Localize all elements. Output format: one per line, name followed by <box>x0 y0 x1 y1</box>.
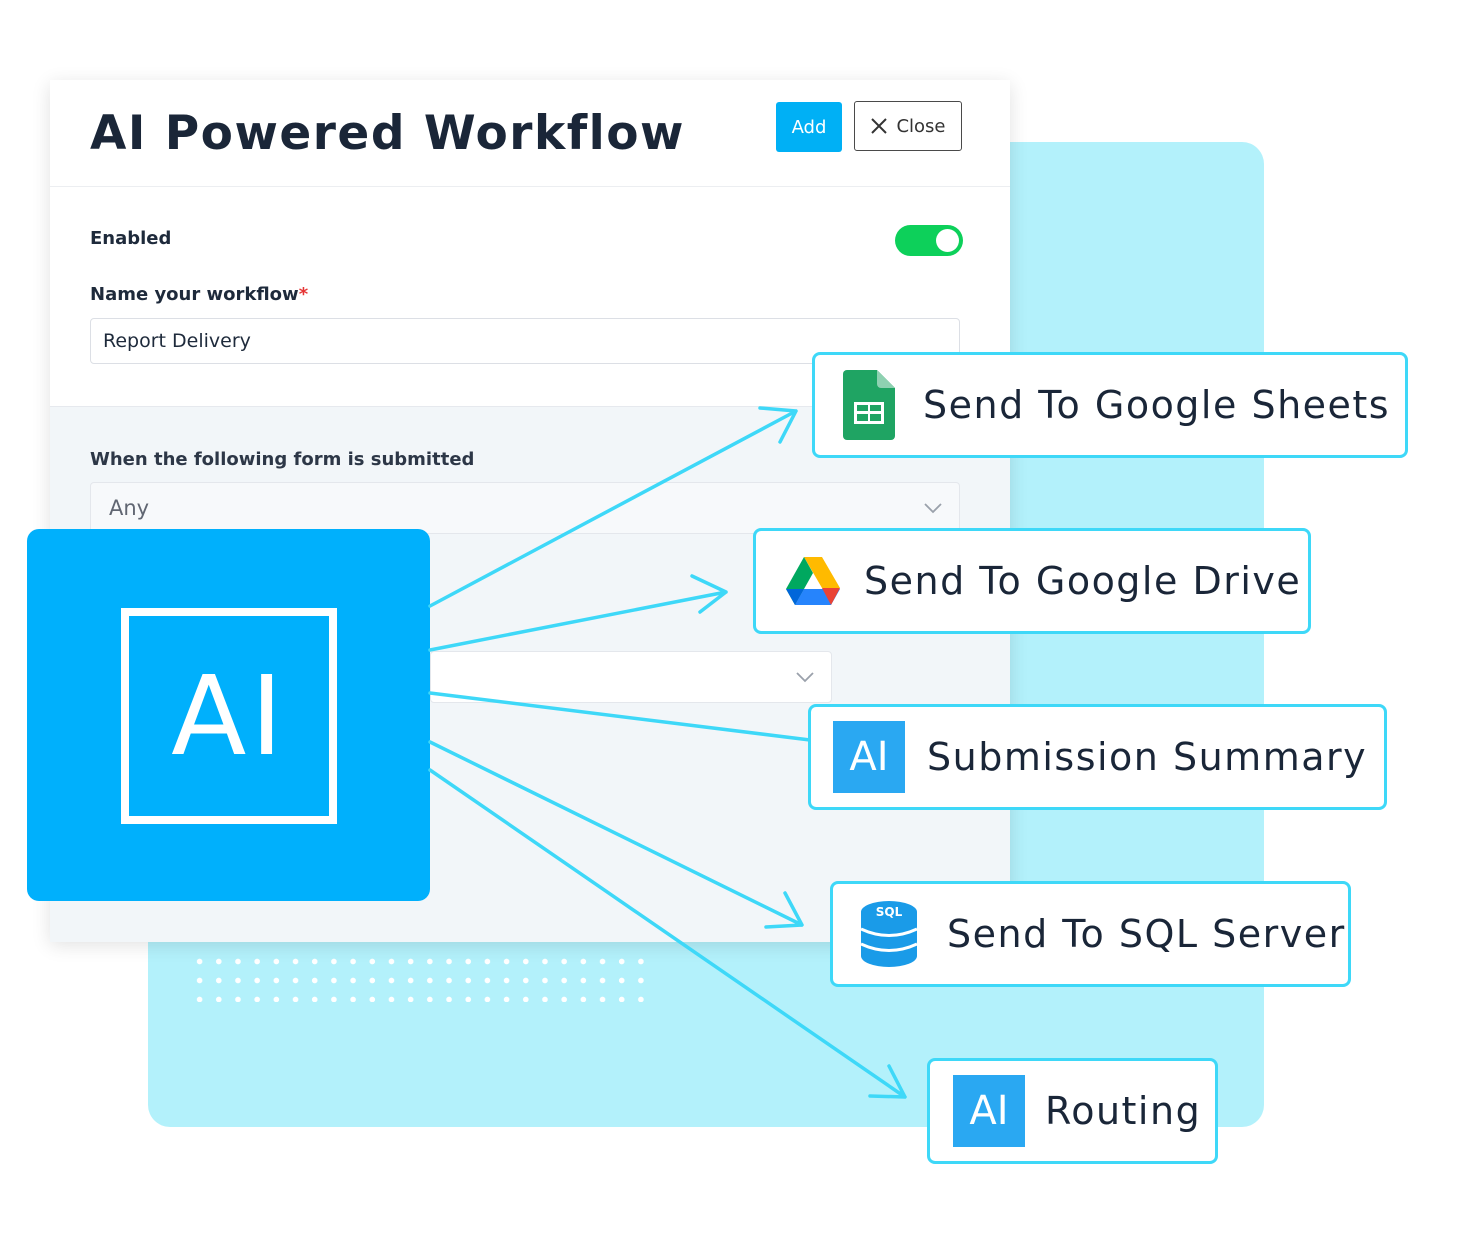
action-label: Routing <box>1045 1089 1202 1133</box>
action-routing[interactable]: AI Routing <box>927 1058 1218 1164</box>
action-label: Send To SQL Server <box>947 912 1346 956</box>
sql-icon-text: SQL <box>876 905 903 919</box>
google-drive-icon <box>786 557 840 605</box>
ai-icon: AI <box>833 721 905 793</box>
action-label: Submission Summary <box>927 735 1368 779</box>
action-submission-summary[interactable]: AI Submission Summary <box>808 704 1387 810</box>
google-sheets-icon <box>843 370 895 440</box>
action-label: Send To Google Drive <box>864 559 1302 603</box>
ai-icon: AI <box>953 1075 1025 1147</box>
action-google-drive[interactable]: Send To Google Drive <box>753 528 1311 634</box>
sql-database-icon: SQL <box>860 901 918 967</box>
action-label: Send To Google Sheets <box>923 383 1391 427</box>
action-sql-server[interactable]: SQL Send To SQL Server <box>830 881 1351 987</box>
arrow-to-submission-summary <box>428 691 812 742</box>
arrow-to-google-drive <box>428 574 728 652</box>
arrow-to-google-sheets <box>428 406 798 608</box>
action-google-sheets[interactable]: Send To Google Sheets <box>812 352 1408 458</box>
